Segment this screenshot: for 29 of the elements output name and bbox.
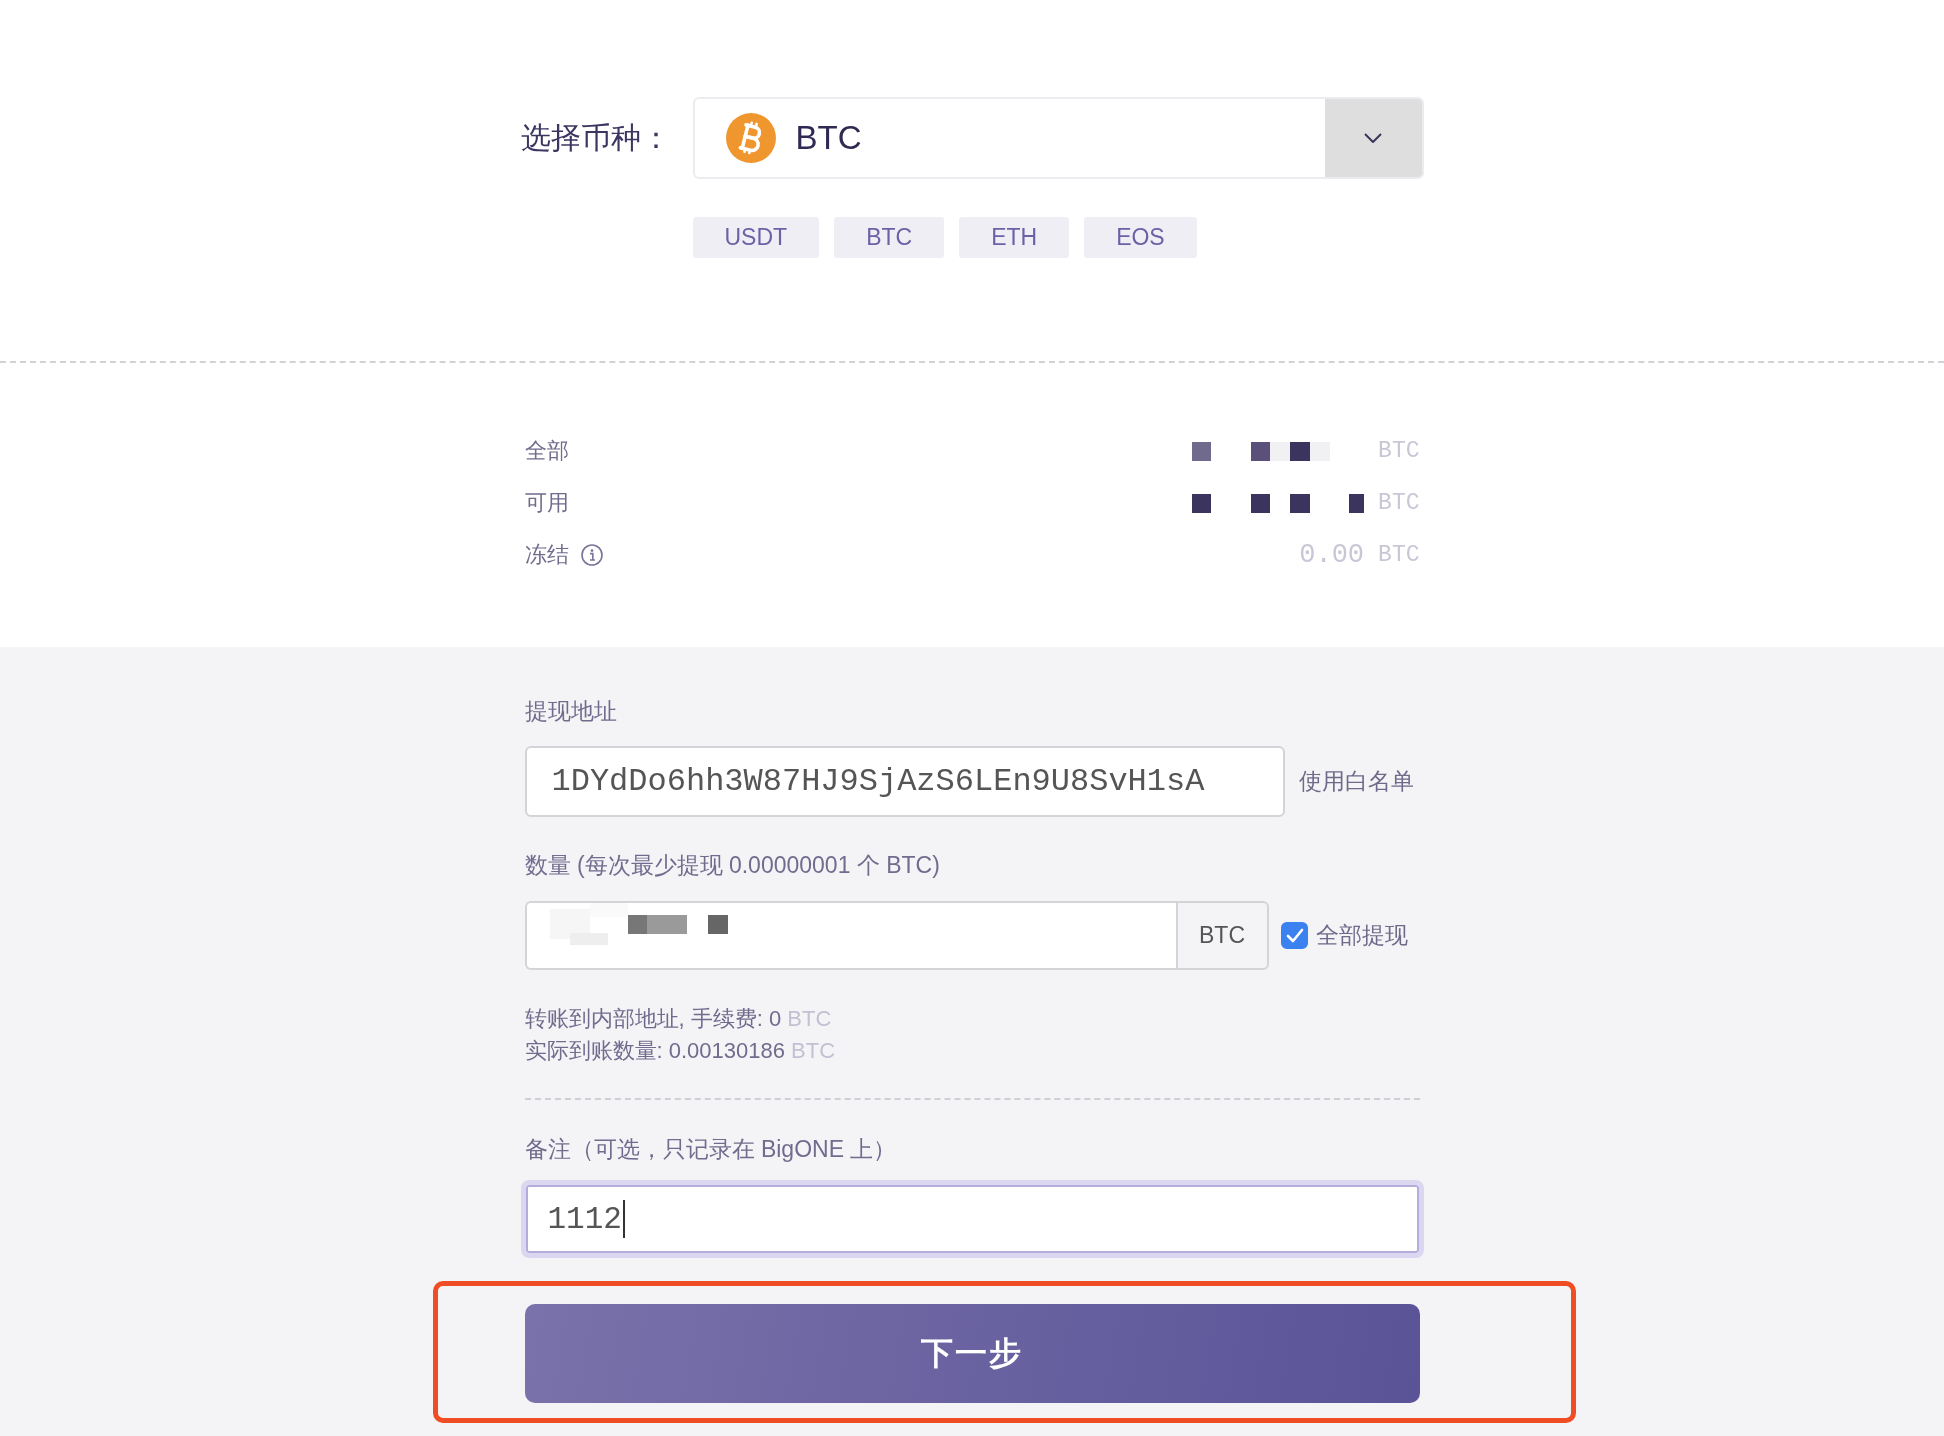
checkbox-label[interactable]: 全部提现	[1315, 920, 1408, 951]
unit-label: BTC	[1378, 490, 1420, 516]
field-label: 备注（可选，只记录在 BigONE 上）	[524, 1135, 898, 1164]
info-icon[interactable]	[580, 544, 603, 566]
unit-label: BTC	[1175, 901, 1269, 970]
amount-field[interactable]	[524, 901, 1176, 970]
next-button[interactable]: 下一步	[524, 1304, 1420, 1403]
chevron-down-icon	[1364, 133, 1382, 143]
bitcoin-icon	[725, 113, 776, 163]
checkbox[interactable]	[1280, 922, 1308, 949]
unit-label: BTC	[1378, 542, 1420, 568]
text-cursor-icon	[622, 1200, 625, 1238]
whitelist-link[interactable]: 使用白名单	[1298, 766, 1414, 797]
dropdown-toggle[interactable]	[1324, 99, 1422, 177]
currency-select[interactable]: BTC	[692, 97, 1424, 179]
currency-tag[interactable]: ETH	[959, 217, 1070, 258]
unit-label: BTC	[1378, 438, 1420, 464]
balance-label: 冻结	[524, 541, 569, 569]
balance-label: 可用	[524, 489, 569, 517]
currency-tag[interactable]: USDT	[692, 217, 820, 258]
currency-tag[interactable]: BTC	[834, 217, 945, 258]
balance-value: 0.00	[1299, 540, 1365, 570]
address-field[interactable]: 1DYdDo6hh3W87HJ9SjAzS6LEn9U8SvH1sA	[524, 746, 1285, 817]
balance-label: 全部	[524, 437, 569, 465]
field-label: 数量 (每次最少提现 0.00000001 个 BTC)	[524, 851, 941, 880]
currency-tag[interactable]: EOS	[1084, 217, 1197, 258]
field-label: 提现地址	[524, 697, 618, 726]
field-label: 选择币种：	[520, 119, 672, 156]
memo-field[interactable]: 1112	[520, 1180, 1424, 1258]
